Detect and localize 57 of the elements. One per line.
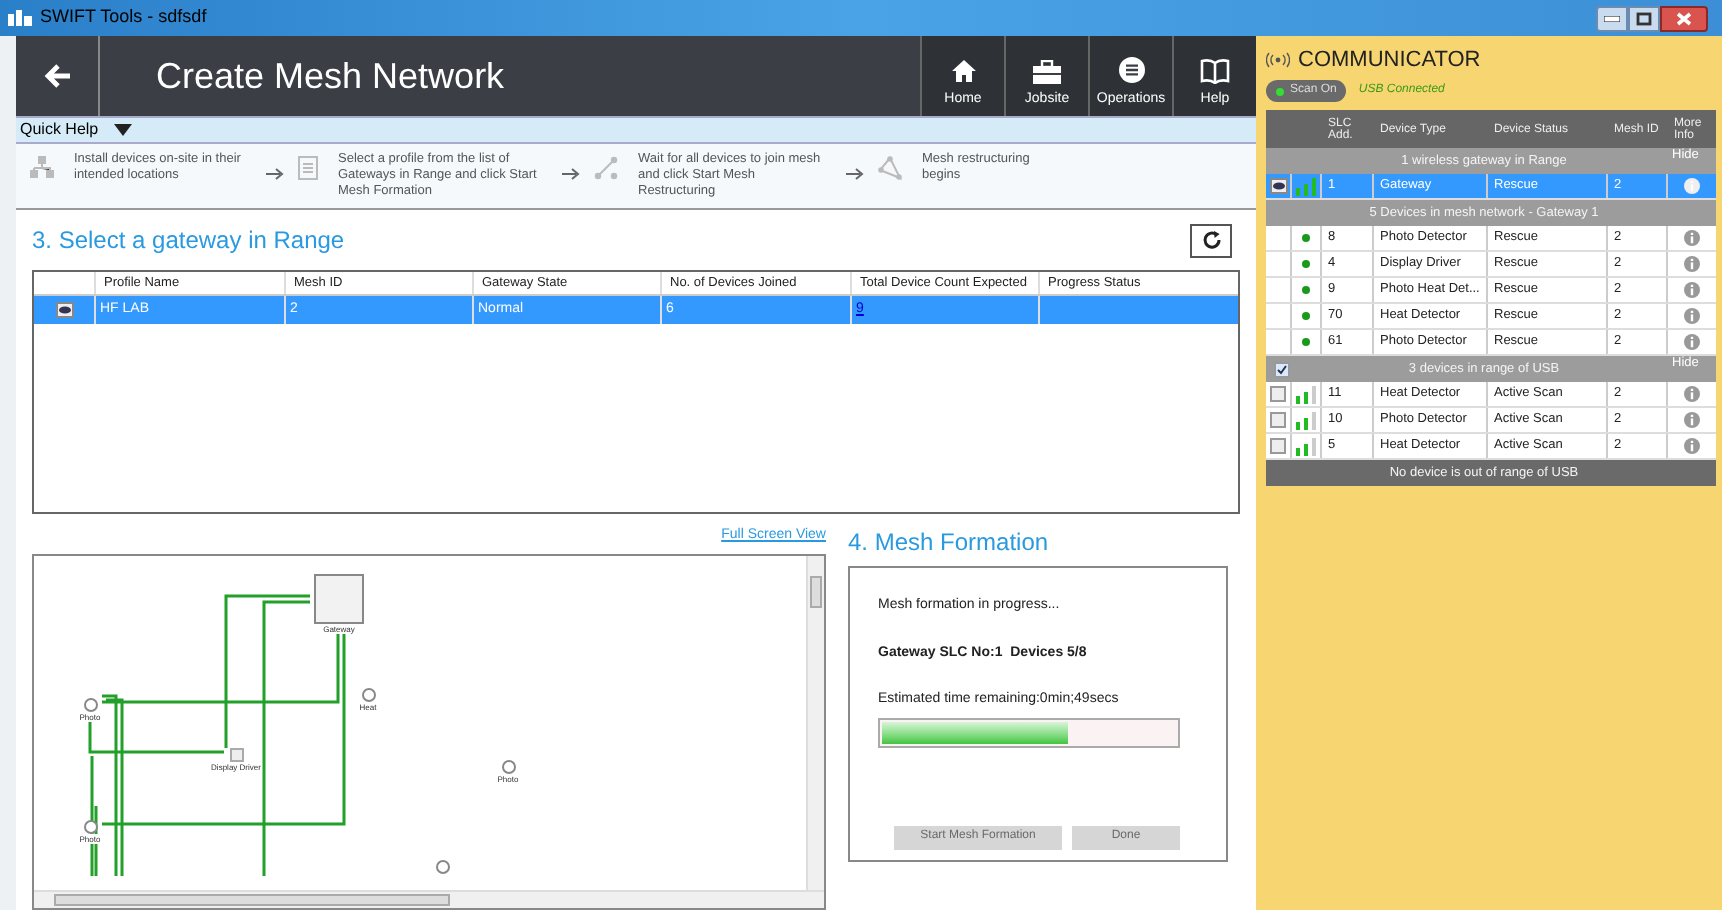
checkbox[interactable] (1270, 412, 1286, 428)
close-icon (1676, 11, 1692, 25)
device-node[interactable] (361, 688, 375, 702)
book-icon (1200, 57, 1230, 83)
info-icon[interactable] (1684, 334, 1700, 350)
signal-icon (1295, 177, 1317, 195)
arrow-right-icon (266, 168, 284, 180)
page-title: Create Mesh Network (156, 53, 505, 99)
arrow-right-icon (562, 168, 580, 180)
house-icon (949, 57, 977, 83)
close-button[interactable] (1660, 5, 1708, 31)
wireless-icon (1266, 52, 1290, 68)
checkbox[interactable] (1270, 386, 1286, 402)
eye-icon (1269, 178, 1287, 194)
signal-icon (1295, 437, 1317, 455)
info-icon[interactable] (1684, 386, 1700, 402)
minimize-button[interactable] (1596, 5, 1628, 31)
info-icon[interactable] (1684, 178, 1700, 194)
device-node[interactable] (435, 860, 449, 874)
section-heading: 4. Mesh Formation (848, 526, 1051, 558)
arrow-right-icon (846, 168, 864, 180)
dropdown-caret-icon (114, 124, 133, 136)
device-node[interactable] (501, 760, 515, 774)
info-icon[interactable] (1684, 230, 1700, 246)
info-icon[interactable] (1684, 282, 1700, 298)
driver-node[interactable] (229, 748, 243, 762)
menu-circle-icon (1117, 55, 1145, 83)
info-icon[interactable] (1684, 256, 1700, 272)
restore-icon (1636, 11, 1652, 25)
window-title: SWIFT Tools - sdfsdf (40, 4, 207, 31)
device-node[interactable] (83, 820, 97, 834)
list-document-icon (298, 156, 318, 180)
device-node[interactable] (83, 698, 97, 712)
signal-icon (1295, 411, 1317, 429)
info-icon[interactable] (1684, 308, 1700, 324)
app-logo-icon (8, 10, 32, 26)
refresh-button[interactable] (1190, 223, 1232, 257)
restore-button[interactable] (1628, 5, 1660, 31)
info-icon[interactable] (1684, 412, 1700, 428)
panel-title: COMMUNICATOR (1298, 45, 1481, 76)
eye-icon (55, 302, 73, 318)
info-icon[interactable] (1684, 438, 1700, 454)
triangle-nodes-icon (878, 156, 902, 180)
vertical-scrollbar[interactable] (806, 556, 824, 890)
horizontal-scrollbar[interactable] (34, 890, 824, 908)
checkbox[interactable] (1273, 361, 1289, 377)
connected-nodes-icon (594, 156, 618, 180)
briefcase-icon (1032, 59, 1062, 83)
minimize-icon (1604, 15, 1620, 21)
checkbox[interactable] (1270, 438, 1286, 454)
back-arrow-icon (43, 64, 71, 88)
quick-help-toggle[interactable]: Quick Help (16, 116, 1256, 144)
network-nodes-icon (30, 156, 54, 180)
signal-icon (1295, 385, 1317, 403)
section-heading: 3. Select a gateway in Range (32, 224, 345, 258)
refresh-icon (1201, 230, 1221, 250)
gateway-node[interactable] (314, 574, 364, 624)
